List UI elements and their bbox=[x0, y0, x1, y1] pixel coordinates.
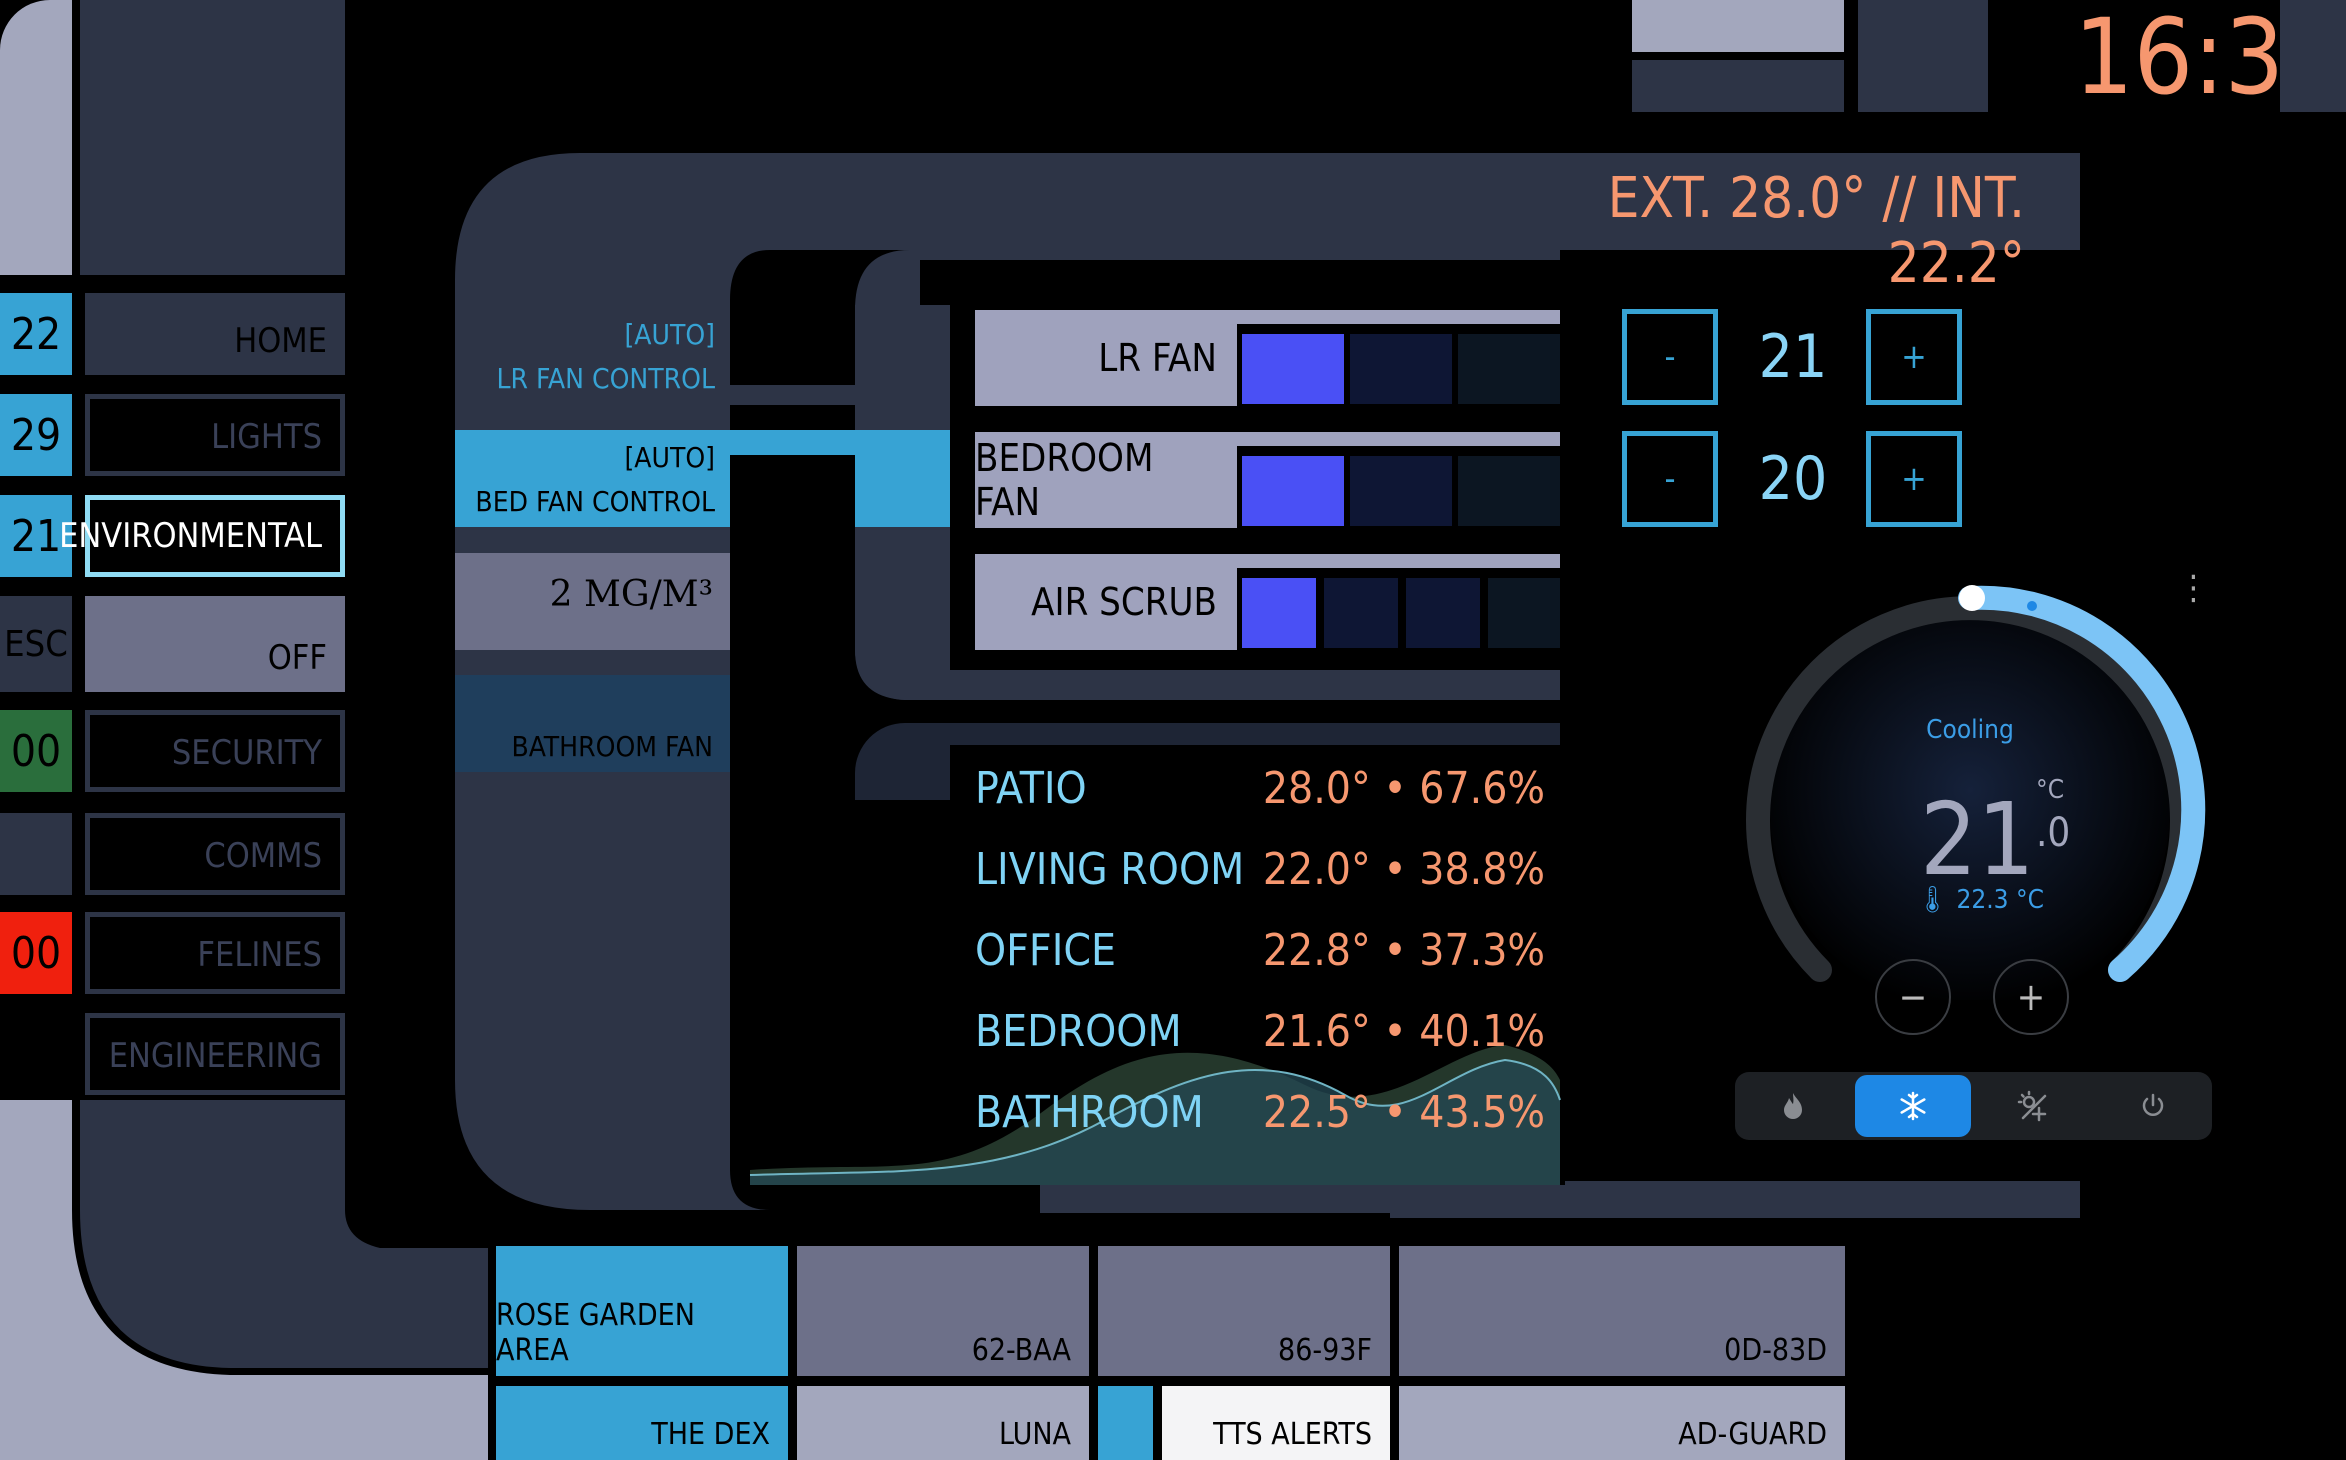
sensor-room: BEDROOM bbox=[975, 1006, 1182, 1057]
ext-int-readout: EXT. 28.0° // INT. 22.2° bbox=[1607, 166, 2025, 296]
thermostat-unit: °C bbox=[2036, 775, 2065, 805]
fan-lr-bar-top bbox=[1237, 310, 1560, 324]
sun-snowflake-icon bbox=[2017, 1090, 2047, 1122]
sensor-room: OFFICE bbox=[975, 925, 1117, 976]
sensor-value: 21.6° • 40.1% bbox=[1262, 1006, 1545, 1057]
lr-setpoint-plus-button[interactable]: + bbox=[1866, 309, 1962, 405]
thermostat-menu-icon[interactable]: ⋮ bbox=[2178, 568, 2209, 608]
lr-setpoint-value: 21 bbox=[1758, 322, 1828, 392]
sensor-value: 28.0° • 67.6% bbox=[1262, 763, 1545, 814]
fan-airscrub-label: AIR SCRUB bbox=[975, 554, 1237, 650]
lr-fan-control-notch bbox=[730, 305, 855, 385]
fan-bedroom-seg-3[interactable] bbox=[1458, 456, 1560, 526]
tile-rose-garden[interactable]: ROSE GARDEN AREA bbox=[496, 1246, 788, 1376]
fan-airscrub-seg-3[interactable] bbox=[1406, 578, 1480, 648]
nav-num-4: 00 bbox=[0, 710, 72, 792]
bedroom-setpoint-value: 20 bbox=[1758, 444, 1828, 514]
tile-luna[interactable]: LUNA bbox=[797, 1386, 1089, 1460]
sensor-value: 22.0° • 38.8% bbox=[1262, 844, 1545, 895]
lr-fan-mode: [AUTO] bbox=[624, 318, 715, 351]
fan-airscrub-seg-1[interactable] bbox=[1242, 578, 1316, 648]
nav-engineering[interactable]: ENGINEERING bbox=[85, 1013, 345, 1095]
nav-lights[interactable]: LIGHTS bbox=[85, 394, 345, 476]
nav-home[interactable]: HOME bbox=[85, 293, 345, 375]
sensor-row: OFFICE 22.8° • 37.3% bbox=[975, 925, 1545, 1005]
fan-bedroom-seg-1[interactable] bbox=[1242, 456, 1344, 526]
sensor-row: LIVING ROOM 22.0° • 38.8% bbox=[975, 844, 1545, 924]
sensor-frame-left bbox=[730, 800, 950, 830]
top-left-block bbox=[80, 0, 345, 275]
bed-fan-control-notch bbox=[730, 455, 855, 527]
tile-blank[interactable] bbox=[1098, 1386, 1153, 1460]
fan-bedroom-bar-top bbox=[1237, 432, 1560, 446]
left-frame-top-inner bbox=[0, 0, 72, 275]
fan-lr-seg-1[interactable] bbox=[1242, 334, 1344, 404]
fan-lr-label: LR FAN bbox=[975, 310, 1237, 406]
sensor-row: PATIO 28.0° • 67.6% bbox=[975, 763, 1545, 843]
flame-icon bbox=[1784, 1093, 1802, 1119]
nav-comms[interactable]: COMMS bbox=[85, 813, 345, 895]
snowflake-icon bbox=[1900, 1091, 1926, 1121]
mode-auto-button[interactable] bbox=[1975, 1075, 2091, 1137]
bed-fan-label: BED FAN CONTROL bbox=[475, 485, 715, 518]
bedroom-setpoint-minus-button[interactable]: - bbox=[1622, 431, 1718, 527]
thermostat-mode-label: Cooling bbox=[1926, 715, 2014, 745]
top-block-a bbox=[1632, 0, 1844, 52]
tile-ad-guard[interactable]: AD-GUARD bbox=[1399, 1386, 1845, 1460]
sensor-row: BATHROOM 22.5° • 43.5% bbox=[975, 1087, 1545, 1167]
mode-cool-button[interactable] bbox=[1855, 1075, 1971, 1137]
bedroom-setpoint-plus-button[interactable]: + bbox=[1866, 431, 1962, 527]
thermostat-decimal: .0 bbox=[2036, 810, 2071, 856]
fan-bedroom-label: BEDROOM FAN bbox=[975, 432, 1237, 528]
fan-airscrub-seg-4[interactable] bbox=[1488, 578, 1560, 648]
top-block-c bbox=[1858, 0, 1988, 112]
lr-setpoint-minus-button[interactable]: - bbox=[1622, 309, 1718, 405]
bathroom-fan-label: BATHROOM FAN bbox=[511, 730, 713, 763]
bed-fan-mode: [AUTO] bbox=[624, 441, 715, 474]
sensor-value: 22.8° • 37.3% bbox=[1262, 925, 1545, 976]
nav-off[interactable]: OFF bbox=[85, 596, 345, 692]
thermostat-current: 🌡 22.3 °C bbox=[1916, 885, 2044, 915]
fan-airscrub-seg-2[interactable] bbox=[1324, 578, 1398, 648]
pm-readout-value: 2 MG/M³ bbox=[549, 574, 713, 615]
sensor-row: BEDROOM 21.6° • 40.1% bbox=[975, 1006, 1545, 1086]
top-block-d bbox=[2280, 0, 2346, 112]
power-icon bbox=[2142, 1093, 2164, 1116]
sensor-room: LIVING ROOM bbox=[975, 844, 1245, 895]
fan-lr-seg-3[interactable] bbox=[1458, 334, 1560, 404]
tile-the-dex[interactable]: THE DEX bbox=[496, 1386, 788, 1460]
sensor-value: 22.5° • 43.5% bbox=[1262, 1087, 1545, 1138]
nav-num-3: ESC bbox=[0, 596, 72, 692]
fan-airscrub-bar-top bbox=[1237, 554, 1560, 568]
sensor-room: BATHROOM bbox=[975, 1087, 1204, 1138]
tile-62-baa[interactable]: 62-BAA bbox=[797, 1246, 1089, 1376]
nav-num-5 bbox=[0, 813, 72, 895]
top-block-b bbox=[1632, 60, 1844, 112]
thermostat-minus-button[interactable]: − bbox=[1875, 959, 1951, 1035]
sensor-room: PATIO bbox=[975, 763, 1087, 814]
thermostat-target: 21 bbox=[1920, 781, 2035, 898]
nav-environmental[interactable]: ENVIRONMENTAL bbox=[59, 495, 345, 577]
nav-num-1: 29 bbox=[0, 394, 72, 476]
tile-86-93f[interactable]: 86-93F bbox=[1098, 1246, 1390, 1376]
mode-off-button[interactable] bbox=[2095, 1075, 2211, 1137]
nav-num-0: 22 bbox=[0, 293, 72, 375]
mode-heat-button[interactable] bbox=[1735, 1075, 1851, 1137]
nav-felines[interactable]: FELINES bbox=[85, 912, 345, 994]
tile-tts-alerts[interactable]: TTS ALERTS bbox=[1162, 1386, 1390, 1460]
bed-fan-control-bar bbox=[730, 430, 855, 455]
dial-handle bbox=[1959, 585, 1985, 611]
fan-lr-seg-2[interactable] bbox=[1350, 334, 1452, 404]
fan-bedroom-seg-2[interactable] bbox=[1350, 456, 1452, 526]
tile-0d-83d[interactable]: 0D-83D bbox=[1399, 1246, 1845, 1376]
nav-num-6: 00 bbox=[0, 912, 72, 994]
lr-fan-label: LR FAN CONTROL bbox=[496, 362, 715, 395]
nav-security[interactable]: SECURITY bbox=[85, 710, 345, 792]
thermostat-plus-button[interactable]: + bbox=[1993, 959, 2069, 1035]
bottom-bar bbox=[1040, 1181, 2080, 1213]
